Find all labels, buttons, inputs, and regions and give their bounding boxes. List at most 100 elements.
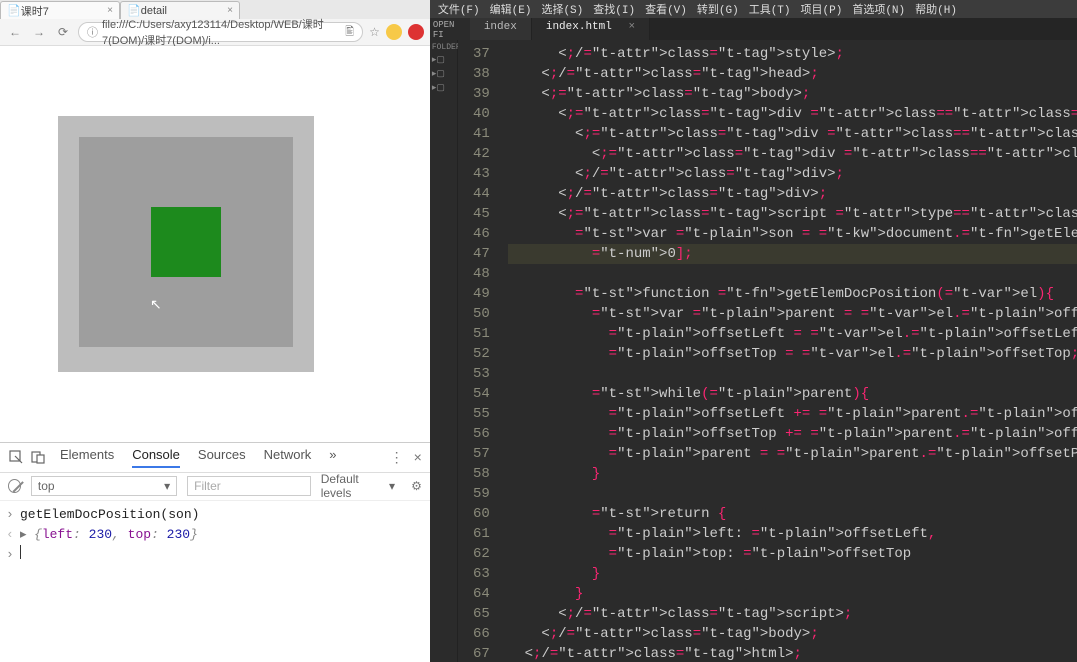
editor-tab[interactable]: index	[470, 18, 532, 40]
back-button[interactable]: ←	[6, 23, 24, 41]
folder-icon[interactable]: ▸▢	[432, 69, 455, 79]
close-icon[interactable]: ×	[628, 21, 635, 33]
gear-icon[interactable]: ⚙	[411, 479, 422, 493]
editor-body: FOLDER ▸▢ ▸▢ ▸▢ 373839404142434445464748…	[430, 40, 1077, 662]
code-line[interactable]: ="t-st">while(="t-plain">parent){	[508, 384, 1077, 404]
menu-item[interactable]: 查看(V)	[641, 1, 691, 17]
menu-item[interactable]: 文件(F)	[434, 1, 484, 17]
close-icon[interactable]: ×	[227, 5, 233, 16]
object-value: 230	[89, 527, 112, 542]
devtools-menu-icon[interactable]: ⋮	[390, 449, 404, 466]
devtools-tab-sources[interactable]: Sources	[198, 447, 246, 468]
code-line[interactable]: ="t-plain">offsetTop = ="t-var">el.="t-p…	[508, 344, 1077, 364]
chevron-down-icon: ▾	[164, 479, 170, 493]
browser-tab[interactable]: 📄 detail ×	[120, 1, 240, 19]
editor-sidebar[interactable]: FOLDER ▸▢ ▸▢ ▸▢	[430, 40, 458, 662]
code-line[interactable]: <;="t-attr">class="t-tag">div ="t-attr">…	[508, 104, 1077, 124]
line-number: 63	[458, 564, 490, 584]
clear-console-icon[interactable]	[8, 479, 21, 493]
code-line[interactable]: <;="t-attr">class="t-tag">script ="t-att…	[508, 204, 1077, 224]
devtools-panel: Elements Console Sources Network » ⋮ × t…	[0, 442, 430, 662]
menu-item[interactable]: 查找(I)	[589, 1, 639, 17]
code-line[interactable]	[508, 264, 1077, 284]
code-line[interactable]: }	[508, 584, 1077, 604]
devtools-tab-network[interactable]: Network	[264, 447, 312, 468]
extension-icon[interactable]	[386, 24, 402, 40]
line-number: 51	[458, 324, 490, 344]
folder-icon[interactable]: ▸▢	[432, 55, 455, 65]
code-area[interactable]: <;/="t-attr">class="t-tag">style>; <;/="…	[500, 40, 1077, 662]
levels-label: Default levels	[321, 472, 385, 500]
line-number: 54	[458, 384, 490, 404]
expand-icon[interactable]: ▸	[20, 525, 30, 545]
address-bar[interactable]: ⓘ file:///C:/Users/axy123114/Desktop/WEB…	[78, 22, 363, 42]
code-line[interactable]: <;/="t-attr">class="t-tag">script>;	[508, 604, 1077, 624]
browser-tab[interactable]: 📄 课时7 ×	[0, 1, 120, 19]
reload-button[interactable]: ⟳	[54, 23, 72, 41]
translate-icon[interactable]: 🖺	[345, 23, 354, 42]
code-line[interactable]: ="t-plain">left: ="t-plain">offsetLeft,	[508, 524, 1077, 544]
code-line[interactable]	[508, 364, 1077, 384]
code-line[interactable]: ="t-plain">top: ="t-plain">offsetTop	[508, 544, 1077, 564]
console-output-object[interactable]: {left: 230, top: 230}	[34, 525, 198, 545]
forward-button[interactable]: →	[30, 23, 48, 41]
close-icon[interactable]: ×	[107, 5, 113, 16]
devtools-tab-elements[interactable]: Elements	[60, 447, 114, 468]
menu-item[interactable]: 选择(S)	[537, 1, 587, 17]
execution-context-select[interactable]: top ▾	[31, 476, 177, 496]
code-line[interactable]: ="t-st">var ="t-plain">parent = ="t-var"…	[508, 304, 1077, 324]
editor-tabs: index index.html ×	[470, 18, 650, 40]
editor-tab[interactable]: index.html ×	[532, 18, 650, 40]
code-line[interactable]	[508, 484, 1077, 504]
code-line[interactable]: ="t-plain">offsetLeft = ="t-var">el.="t-…	[508, 324, 1077, 344]
code-line[interactable]: <;/="t-attr">class="t-tag">style>;	[508, 44, 1077, 64]
line-number: 60	[458, 504, 490, 524]
code-line[interactable]: <;/="t-attr">class="t-tag">html>;	[508, 644, 1077, 662]
url-text: file:///C:/Users/axy123114/Desktop/WEB/课…	[102, 16, 341, 48]
menu-item[interactable]: 转到(G)	[693, 1, 743, 17]
code-line[interactable]: <;="t-attr">class="t-tag">div ="t-attr">…	[508, 124, 1077, 144]
device-toggle-icon[interactable]	[30, 449, 46, 465]
bookmark-star-icon[interactable]: ☆	[369, 25, 380, 39]
line-number: 39	[458, 84, 490, 104]
info-icon[interactable]: ⓘ	[87, 24, 98, 40]
code-line[interactable]: <;/="t-attr">class="t-tag">div>;	[508, 164, 1077, 184]
folder-icon[interactable]: ▸▢	[432, 83, 455, 93]
devtools-more-tabs[interactable]: »	[329, 447, 336, 468]
code-line[interactable]: }	[508, 464, 1077, 484]
code-line[interactable]: ="t-st">var ="t-plain">son = ="t-kw">doc…	[508, 224, 1077, 244]
line-number: 59	[458, 484, 490, 504]
code-line[interactable]: <;/="t-attr">class="t-tag">head>;	[508, 64, 1077, 84]
menu-item[interactable]: 帮助(H)	[911, 1, 961, 17]
code-line[interactable]: <;="t-attr">class="t-tag">body>;	[508, 84, 1077, 104]
code-line[interactable]: <;="t-attr">class="t-tag">div ="t-attr">…	[508, 144, 1077, 164]
code-line[interactable]: <;/="t-attr">class="t-tag">body>;	[508, 624, 1077, 644]
prompt-caret-icon: ›	[6, 505, 16, 525]
line-number: 52	[458, 344, 490, 364]
extension-icon[interactable]	[408, 24, 424, 40]
menu-item[interactable]: 首选项(N)	[848, 1, 909, 17]
code-line[interactable]: ="t-plain">offsetLeft += ="t-plain">pare…	[508, 404, 1077, 424]
code-line[interactable]: ="t-num">0];	[508, 244, 1077, 264]
devtools-toolbar: Elements Console Sources Network » ⋮ ×	[0, 443, 430, 473]
line-number: 62	[458, 544, 490, 564]
menu-item[interactable]: 项目(P)	[797, 1, 847, 17]
grandpa-box	[58, 116, 314, 372]
code-line[interactable]: ="t-st">function ="t-fn">getElemDocPosit…	[508, 284, 1077, 304]
code-line[interactable]: ="t-st">return {	[508, 504, 1077, 524]
code-line[interactable]: ="t-plain">offsetTop += ="t-plain">paren…	[508, 424, 1077, 444]
console-filter-input[interactable]: Filter	[187, 476, 311, 496]
log-levels-select[interactable]: Default levels ▾	[321, 472, 395, 500]
code-line[interactable]: <;/="t-attr">class="t-tag">div>;	[508, 184, 1077, 204]
devtools-close-icon[interactable]: ×	[414, 449, 422, 466]
inspect-icon[interactable]	[8, 449, 24, 465]
code-line[interactable]: ="t-plain">parent = ="t-plain">parent.="…	[508, 444, 1077, 464]
menu-item[interactable]: 工具(T)	[745, 1, 795, 17]
menu-item[interactable]: 编辑(E)	[486, 1, 536, 17]
console-prompt-line[interactable]: ›	[6, 545, 424, 565]
code-line[interactable]: }	[508, 564, 1077, 584]
sidebar-header: OPEN FI	[430, 18, 470, 40]
object-key: top	[128, 527, 151, 542]
devtools-tab-console[interactable]: Console	[132, 447, 180, 468]
console-body[interactable]: › getElemDocPosition(son) ‹ ▸ {left: 230…	[0, 501, 430, 662]
